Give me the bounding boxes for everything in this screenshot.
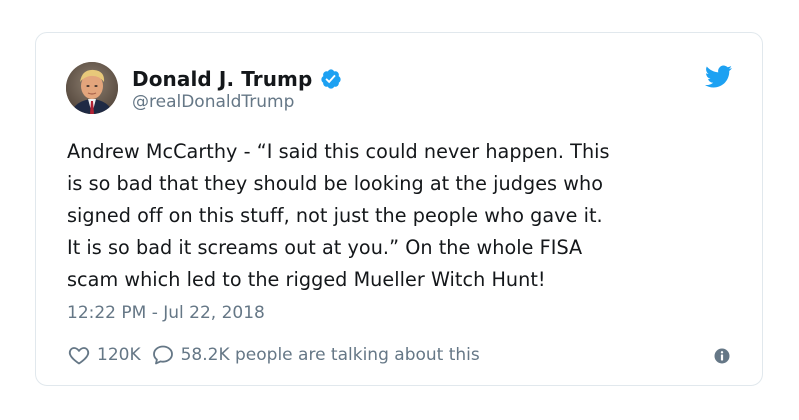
author-name-row[interactable]: Donald J. Trump [132,66,342,92]
info-icon[interactable] [714,348,730,364]
avatar-image [66,62,118,114]
like-count: 120K [97,345,141,365]
author-handle[interactable]: @realDonaldTrump [132,92,294,112]
tweet-timestamp[interactable]: 12:22 PM - Jul 22, 2018 [67,303,265,323]
like-action[interactable]: 120K [67,343,141,367]
verified-badge-icon [321,69,342,89]
reply-bubble-icon[interactable] [151,343,175,367]
author-display-name[interactable]: Donald J. Trump [132,67,312,91]
tweet-actions: 120K 58.2K people are talking about this [67,341,480,369]
heart-icon[interactable] [67,343,91,367]
reply-action[interactable]: 58.2K people are talking about this [151,343,480,367]
avatar[interactable] [66,62,118,114]
reply-count-text: 58.2K people are talking about this [180,345,480,365]
tweet-text: Andrew McCarthy - “I said this could nev… [67,140,610,291]
twitter-bird-icon[interactable] [705,65,732,88]
tweet-card[interactable]: Donald J. Trump @realDonaldTrump Andrew … [35,32,763,386]
